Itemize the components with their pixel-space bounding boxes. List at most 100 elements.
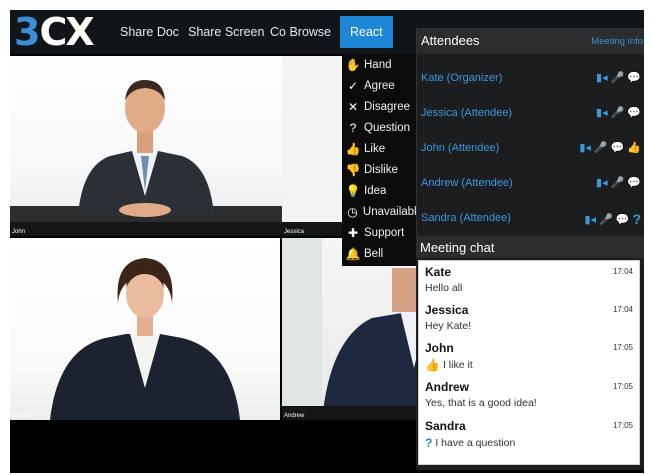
react-button[interactable]: React — [340, 16, 393, 48]
bell-icon: 🔔 — [345, 246, 361, 261]
chat-bubble-icon[interactable]: 💬 — [627, 176, 641, 189]
attendee-controls: ▮◂ 🎤 💬 — [596, 71, 641, 84]
camera-icon[interactable]: ▮◂ — [596, 176, 608, 189]
react-item-hand[interactable]: ✋ Hand — [342, 54, 420, 75]
attendee-row[interactable]: Andrew (Attendee) ▮◂ 🎤 💬 — [417, 169, 644, 199]
attendees-title: Attendees — [421, 33, 480, 48]
microphone-icon[interactable]: 🎤 — [611, 106, 625, 119]
thumbs-up-icon: 👍 — [627, 142, 641, 154]
chat-bubble-icon[interactable]: 💬 — [611, 141, 625, 154]
react-item-idea[interactable]: 💡 Idea — [342, 180, 420, 201]
message-text: I have a question — [435, 437, 516, 449]
react-menu: ✋ Hand ✓ Agree ✕ Disagree ? Question 👍 Like 👎… — [342, 54, 420, 266]
microphone-icon[interactable]: 🎤 — [594, 141, 608, 154]
thumbs-up-icon: 👍 — [425, 358, 440, 372]
meeting-info-link[interactable]: Meeting info — [591, 36, 643, 47]
message-time: 17:04 — [612, 305, 633, 314]
thumbs-down-icon: 👎 — [345, 162, 361, 177]
react-item-dislike[interactable]: 👎 Dislike — [342, 159, 420, 180]
message-sender: Andrew — [425, 380, 470, 394]
chat-message: Andrew 17:05 Yes, that is a good idea! — [419, 378, 639, 418]
microphone-icon[interactable]: 🎤 — [611, 176, 625, 189]
react-item-like[interactable]: 👍 Like — [342, 138, 420, 159]
chat-header: Meeting chat — [416, 236, 644, 258]
attendee-name: Kate (Organizer) — [421, 72, 503, 84]
video-label-john: John — [12, 229, 26, 235]
chat-bubble-icon[interactable]: 💬 — [627, 106, 641, 119]
react-item-label: Bell — [364, 247, 384, 260]
check-icon: ✓ — [347, 78, 359, 93]
message-text-row: ? I have a question — [425, 436, 515, 450]
logo-3cx: 3 CX — [14, 10, 95, 54]
video-tile-john[interactable]: John — [10, 56, 282, 236]
message-text-row: 👍 I like it — [425, 358, 473, 372]
react-item-label: Idea — [364, 184, 387, 197]
attendee-row[interactable]: John (Attendee) ▮◂ 🎤 💬 👍 — [417, 134, 644, 164]
john-video-frame — [10, 80, 282, 236]
video-tile-jessica[interactable]: Jessica — [282, 56, 342, 236]
logo-letters: CX — [39, 10, 94, 54]
share-screen-button[interactable]: Share Screen — [182, 10, 270, 54]
attendee-row[interactable]: Kate (Organizer) ▮◂ 🎤 💬 — [417, 64, 644, 94]
attendee-name: John (Attendee) — [421, 142, 500, 154]
message-time: 17:05 — [612, 382, 633, 391]
attendee-name: Sandra (Attendee) — [421, 212, 511, 224]
sandra-video-frame — [50, 258, 240, 420]
chat-message: Kate 17:04 Hello all — [419, 263, 639, 303]
camera-icon[interactable]: ▮◂ — [579, 141, 591, 154]
lightbulb-icon: 💡 — [345, 183, 361, 198]
attendee-name: Andrew (Attendee) — [421, 177, 513, 189]
attendees-header: Attendees Meeting info — [417, 28, 644, 54]
chat-messages[interactable]: Kate 17:04 Hello all Jessica 17:04 Hey K… — [418, 260, 640, 465]
video-tile-sandra[interactable]: Sandra — [10, 238, 280, 420]
message-time: 17:04 — [612, 267, 633, 276]
message-text: Yes, that is a good idea! — [425, 397, 537, 409]
message-time: 17:05 — [612, 421, 633, 430]
share-doc-button[interactable]: Share Doc — [114, 10, 185, 54]
john-desk — [10, 222, 282, 236]
video-label-jessica: Jessica — [284, 229, 305, 235]
camera-icon[interactable]: ▮◂ — [596, 71, 608, 84]
x-icon: ✕ — [347, 99, 359, 114]
microphone-icon[interactable]: 🎤 — [599, 213, 613, 226]
attendee-controls: ▮◂ 🎤 💬 — [596, 176, 641, 189]
message-sender: Sandra — [425, 419, 466, 433]
attendee-controls: ▮◂ 🎤 💬 ? — [584, 211, 641, 227]
react-item-bell[interactable]: 🔔 Bell — [342, 243, 420, 264]
meeting-chat-panel: Meeting chat Kate 17:04 Hello all Jessic… — [416, 236, 644, 470]
microphone-icon[interactable]: 🎤 — [611, 71, 625, 84]
attendee-controls: ▮◂ 🎤 💬 — [596, 106, 641, 119]
message-sender: Jessica — [425, 303, 469, 317]
chat-message: John 17:05 👍 I like it — [419, 339, 639, 379]
clock-icon: ◷ — [347, 204, 358, 219]
react-item-label: Support — [364, 226, 405, 239]
chat-message: Sandra 17:05 ? I have a question — [419, 417, 639, 457]
attendee-name: Jessica (Attendee) — [421, 107, 513, 119]
chat-bubble-icon[interactable]: 💬 — [627, 71, 641, 84]
co-browse-button[interactable]: Co Browse — [264, 10, 337, 54]
attendee-row[interactable]: Sandra (Attendee) ▮◂ 🎤 💬 ? — [417, 204, 644, 234]
message-sender: Kate — [425, 265, 452, 279]
first-aid-icon: ✚ — [347, 225, 359, 240]
react-item-unavailable[interactable]: ◷ Unavailable — [342, 201, 420, 222]
message-text: I like it — [442, 359, 473, 371]
chat-bubble-icon[interactable]: 💬 — [616, 213, 630, 226]
attendees-panel: Attendees Meeting info Kate (Organizer) … — [416, 28, 644, 236]
attendee-row[interactable]: Jessica (Attendee) ▮◂ 🎤 💬 — [417, 99, 644, 129]
react-item-support[interactable]: ✚ Support — [342, 222, 420, 243]
question-icon: ? — [349, 120, 357, 135]
hand-icon: ✋ — [345, 57, 361, 72]
camera-icon[interactable]: ▮◂ — [584, 213, 596, 226]
camera-icon[interactable]: ▮◂ — [596, 106, 608, 119]
react-item-agree[interactable]: ✓ Agree — [342, 75, 420, 96]
message-text-row: Yes, that is a good idea! — [425, 397, 537, 409]
message-text: Hey Kate! — [425, 320, 472, 332]
react-item-label: Dislike — [364, 163, 398, 176]
react-item-label: Agree — [364, 79, 395, 92]
react-item-label: Like — [364, 142, 386, 155]
message-text-row: Hey Kate! — [425, 320, 471, 332]
react-item-disagree[interactable]: ✕ Disagree — [342, 96, 420, 117]
react-item-question[interactable]: ? Question — [342, 117, 420, 138]
message-text: Hello all — [425, 282, 463, 294]
message-text-row: Hello all — [425, 282, 462, 294]
